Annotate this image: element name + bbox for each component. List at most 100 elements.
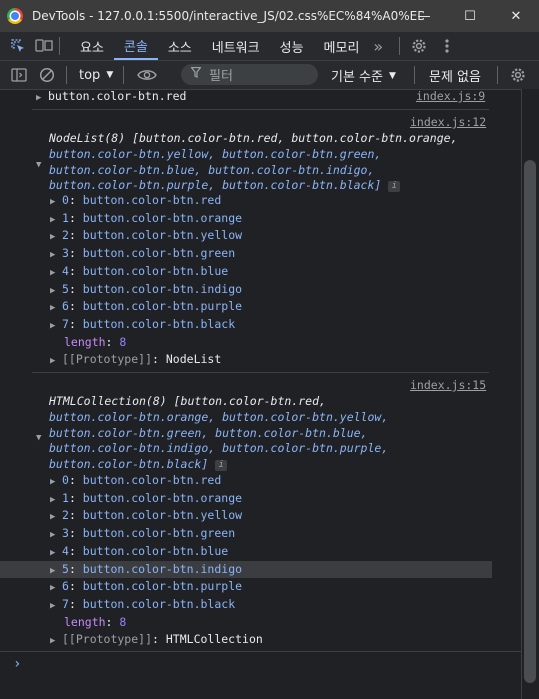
toolbar-divider — [414, 66, 415, 84]
expand-triangle-icon[interactable]: ▶ — [50, 250, 62, 260]
maximize-button[interactable]: ☐ — [447, 0, 493, 32]
source-link[interactable]: index.js:9 — [416, 89, 485, 103]
item-value: button.color-btn.orange — [82, 490, 243, 505]
item-index: 0 — [62, 193, 69, 207]
source-link[interactable]: index.js:12 — [410, 115, 486, 129]
expand-triangle-icon[interactable]: ▶ — [50, 268, 62, 278]
live-expression-eye-icon[interactable] — [134, 64, 160, 86]
item-value: button.color-btn.yellow — [82, 508, 243, 523]
expand-triangle-icon[interactable]: ▶ — [50, 215, 62, 225]
item-separator: : — [68, 473, 83, 487]
collection-item-row[interactable]: ▶ 1: button.color-btn.orange — [50, 491, 242, 505]
item-value: button.color-btn.black — [82, 596, 236, 611]
more-options-icon[interactable] — [436, 35, 458, 57]
item-separator: : — [68, 526, 83, 541]
collection-item-row[interactable]: ▶ 2: button.color-btn.yellow — [50, 508, 242, 522]
item-index: 0 — [62, 473, 69, 487]
chevron-down-icon: ▼ — [388, 70, 396, 81]
tab-performance[interactable]: 성능 — [270, 32, 314, 60]
item-index: 5 — [62, 281, 69, 296]
htmlcollection-preview-line: button.color-btn.black] i — [49, 457, 228, 471]
expand-triangle-icon[interactable]: ▶ — [50, 197, 62, 207]
message-divider — [32, 109, 489, 110]
item-index: 1 — [62, 210, 69, 225]
expand-triangle-icon[interactable]: ▶ — [50, 566, 62, 576]
expand-triangle-icon[interactable]: ▶ — [50, 601, 62, 611]
device-toolbar-icon[interactable] — [33, 35, 55, 57]
collection-item-row[interactable]: ▶ 6: button.color-btn.purple — [50, 579, 242, 593]
htmlcollection-preview-line: button.color-btn.indigo, button.color-bt… — [49, 441, 389, 455]
console-scrollbar-thumb[interactable] — [524, 160, 536, 683]
collection-item-row[interactable]: ▶ 4: button.color-btn.blue — [50, 264, 228, 278]
item-value: button.color-btn.green — [82, 246, 236, 261]
item-separator: : — [68, 228, 83, 243]
collection-item-row[interactable]: ▶ 0: button.color-btn.red — [50, 193, 221, 207]
item-value: button.color-btn.indigo — [82, 561, 243, 576]
collection-item-row[interactable]: ▶ 5: button.color-btn.indigo — [50, 562, 242, 576]
expand-triangle-icon[interactable]: ▶ — [50, 232, 62, 242]
close-button[interactable]: ✕ — [493, 0, 539, 32]
filter-input[interactable]: 필터 — [181, 64, 318, 85]
context-selector-label: top — [79, 67, 101, 83]
log-level-selector[interactable]: 기본 수준 ▼ — [331, 66, 396, 85]
more-tabs-chevron-icon[interactable]: » — [369, 32, 387, 60]
context-selector[interactable]: top ▼ — [79, 68, 113, 83]
collection-item-row[interactable]: ▶ 6: button.color-btn.purple — [50, 299, 242, 313]
collection-item-row[interactable]: ▶ 7: button.color-btn.black — [50, 317, 235, 331]
settings-gear-icon[interactable] — [408, 35, 430, 57]
item-separator: : — [68, 210, 83, 225]
issues-counter[interactable]: 문제 없음 — [429, 66, 481, 85]
collapse-triangle-icon[interactable]: ▼ — [36, 156, 48, 170]
inspect-element-icon[interactable] — [7, 35, 29, 57]
expand-triangle-icon[interactable]: ▶ — [50, 583, 62, 593]
prototype-property[interactable]: ▶ [[Prototype]]: NodeList — [50, 352, 221, 366]
tab-elements[interactable]: 요소 — [70, 32, 114, 60]
collection-item-row[interactable]: ▶ 4: button.color-btn.blue — [50, 544, 228, 558]
expand-triangle-icon[interactable]: ▶ — [50, 530, 62, 540]
expand-triangle-icon[interactable]: ▶ — [50, 548, 62, 558]
collection-item-row[interactable]: ▶ 3: button.color-btn.green — [50, 246, 235, 260]
collection-item-row[interactable]: ▶ 1: button.color-btn.orange — [50, 211, 242, 225]
devtools-tabbar: 요소 콘솔 소스 네트워크 성능 메모리 » — [0, 32, 539, 61]
htmlcollection-preview-line: button.color-btn.green, button.color-btn… — [49, 426, 368, 440]
tab-console[interactable]: 콘솔 — [113, 32, 158, 60]
expand-triangle-icon[interactable]: ▶ — [50, 512, 62, 522]
source-link[interactable]: index.js:15 — [410, 378, 486, 392]
collapse-triangle-icon[interactable]: ▼ — [36, 429, 48, 443]
item-value: button.color-btn.green — [82, 526, 236, 541]
console-settings-gear-icon[interactable] — [507, 64, 529, 86]
item-separator: : — [68, 263, 83, 278]
collection-item-row[interactable]: ▶ 3: button.color-btn.green — [50, 526, 235, 540]
window-titlebar: DevTools - 127.0.0.1:5500/interactive_JS… — [0, 0, 539, 32]
minimize-button[interactable]: — — [401, 0, 447, 32]
prototype-property[interactable]: ▶ [[Prototype]]: HTMLCollection — [50, 632, 263, 646]
htmlcollection-preview-line: button.color-btn.orange, button.color-bt… — [49, 410, 389, 424]
item-separator: : — [68, 561, 83, 576]
collection-item-row[interactable]: ▶ 7: button.color-btn.black — [50, 597, 235, 611]
expand-triangle-icon[interactable]: ▶ — [50, 495, 62, 505]
info-icon[interactable]: i — [215, 460, 228, 471]
message-divider — [0, 651, 521, 652]
expand-triangle-icon[interactable]: ▶ — [50, 303, 62, 313]
sidebar-toggle-icon[interactable] — [8, 64, 30, 86]
collection-item-row[interactable]: ▶ 2: button.color-btn.yellow — [50, 228, 242, 242]
nodelist-preview-line: button.color-btn.yellow, button.color-bt… — [49, 147, 382, 161]
expand-triangle-icon[interactable]: ▶ — [36, 93, 48, 103]
expand-triangle-icon[interactable]: ▶ — [50, 286, 62, 296]
info-icon[interactable]: i — [388, 181, 401, 192]
expand-triangle-icon[interactable]: ▶ — [50, 321, 62, 331]
item-index: 1 — [62, 490, 69, 505]
message-divider — [32, 372, 489, 373]
toolbar-divider — [66, 66, 67, 84]
tab-network[interactable]: 네트워크 — [202, 32, 270, 60]
log-message[interactable]: ▶ button.color-btn.red — [36, 89, 186, 103]
expand-triangle-icon[interactable]: ▶ — [50, 477, 62, 487]
collection-item-row[interactable]: ▶ 5: button.color-btn.indigo — [50, 282, 242, 296]
clear-console-icon[interactable] — [36, 64, 58, 86]
console-prompt[interactable]: › — [13, 656, 21, 672]
tab-sources[interactable]: 소스 — [158, 32, 202, 60]
item-index: 3 — [62, 246, 69, 261]
tab-memory[interactable]: 메모리 — [314, 32, 370, 60]
collection-item-row[interactable]: ▶ 0: button.color-btn.red — [50, 473, 221, 487]
item-index: 2 — [62, 508, 69, 523]
